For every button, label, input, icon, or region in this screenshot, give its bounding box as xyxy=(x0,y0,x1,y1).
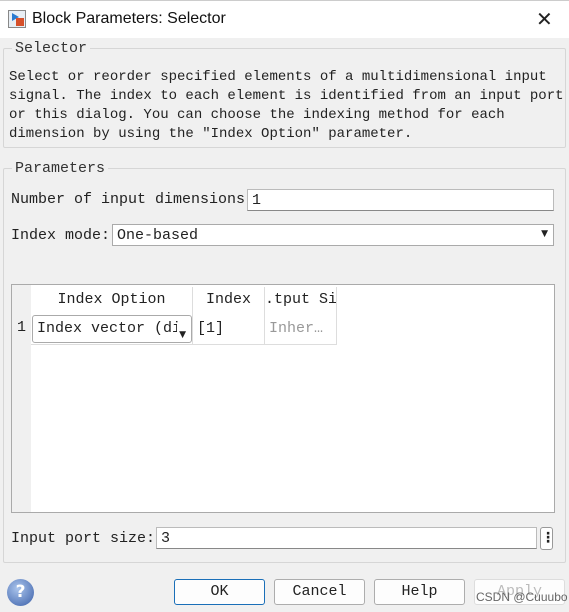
description-text: Select or reorder specified elements of … xyxy=(9,69,564,142)
title-bar: Block Parameters: Selector ✕ xyxy=(0,0,569,38)
chevron-down-icon: ▼ xyxy=(177,324,186,342)
header-index: Index xyxy=(193,287,265,313)
parameters-legend: Parameters xyxy=(15,160,106,177)
index-option-cell: Index vector (di ▼ xyxy=(31,313,193,345)
index-mode-label: Index mode: xyxy=(11,227,111,244)
simulink-block-icon xyxy=(8,10,26,28)
output-size-cell[interactable]: Inher… xyxy=(265,313,337,345)
index-mode-value: One-based xyxy=(117,227,199,244)
num-dims-label: Number of input dimensions: xyxy=(11,191,255,208)
description-legend: Selector xyxy=(15,40,88,57)
vertical-ellipsis-icon[interactable]: ⋮ xyxy=(540,527,555,550)
ok-button[interactable]: OK xyxy=(174,579,265,605)
index-option-value: Index vector (di xyxy=(37,320,182,337)
num-dims-input[interactable]: 1 xyxy=(247,189,554,211)
chevron-down-icon: ▼ xyxy=(541,229,548,239)
index-mode-select[interactable]: One-based ▼ xyxy=(112,224,554,246)
close-icon[interactable]: ✕ xyxy=(536,7,553,31)
header-output-size: .tput Si xyxy=(265,287,337,313)
port-size-label: Input port size: xyxy=(11,530,156,547)
header-index-option: Index Option xyxy=(31,287,193,313)
window-title: Block Parameters: Selector xyxy=(32,10,226,27)
index-table: Index Option Index .tput Si 1 Index vect… xyxy=(11,284,555,513)
question-mark-icon[interactable]: ? xyxy=(7,579,34,606)
row-number: 1 xyxy=(17,319,27,336)
port-size-input[interactable]: 3 xyxy=(156,527,537,549)
index-cell[interactable]: [1] xyxy=(193,313,265,345)
index-option-select[interactable]: Index vector (di ▼ xyxy=(32,315,192,343)
help-button[interactable]: Help xyxy=(374,579,465,605)
watermark: CSDN @Cuuubo xyxy=(476,590,568,604)
cancel-button[interactable]: Cancel xyxy=(274,579,365,605)
